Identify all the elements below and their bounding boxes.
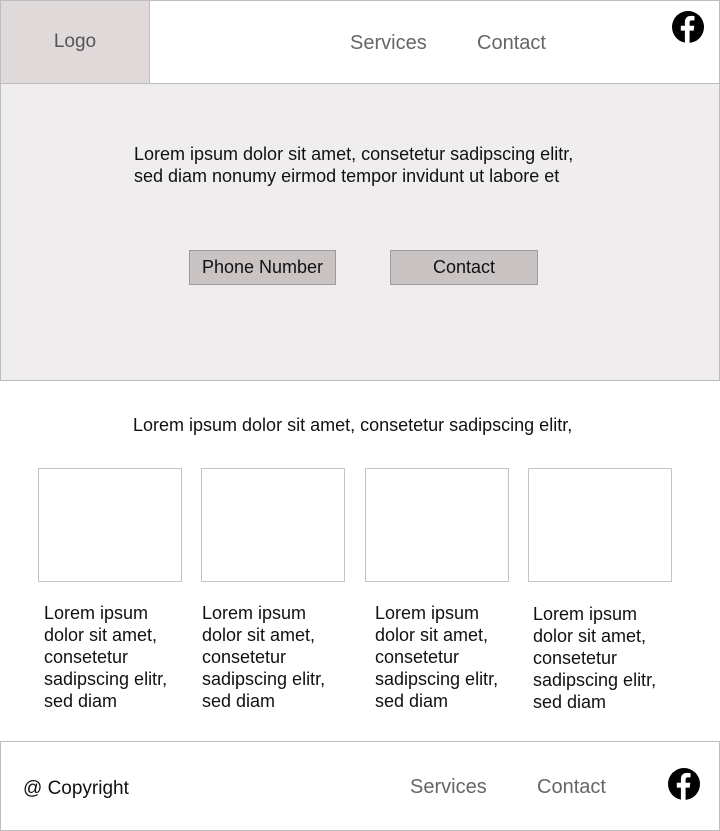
nav-link-services[interactable]: Services [350, 32, 427, 55]
card-text: Lorem ipsum dolor sit amet, consetetur s… [202, 602, 352, 712]
card-text-line: Lorem ipsum [533, 604, 638, 624]
card-text-line: sadipscing elitr, [533, 670, 657, 690]
card-text-line: sadipscing elitr, [44, 669, 168, 689]
card-image [365, 468, 509, 582]
card-text-line: dolor sit amet, [375, 625, 489, 645]
hero-text-line-1: Lorem ipsum dolor sit amet, consetetur s… [134, 144, 574, 164]
logo[interactable]: Logo [1, 1, 150, 83]
contact-button[interactable]: Contact [390, 250, 538, 285]
phone-number-button[interactable]: Phone Number [189, 250, 336, 285]
card-text-line: sadipscing elitr, [375, 669, 499, 689]
logo-label: Logo [53, 31, 97, 52]
card-image [201, 468, 345, 582]
card-text-line: dolor sit amet, [533, 626, 647, 646]
card-text-line: sed diam [375, 691, 449, 711]
card-text-line: consetetur [375, 647, 460, 667]
card-text-line: sadipscing elitr, [202, 669, 326, 689]
card-image [528, 468, 672, 582]
hero-text-line-2: sed diam nonumy eirmod tempor invidunt u… [134, 166, 560, 186]
facebook-icon[interactable] [672, 11, 704, 43]
copyright-text: @ Copyright [23, 778, 129, 799]
hero-section: Lorem ipsum dolor sit amet, consetetur s… [0, 84, 720, 381]
card-text-line: dolor sit amet, [202, 625, 316, 645]
site-header: Logo Services Contact [0, 0, 720, 84]
card-text-line: sed diam [202, 691, 276, 711]
card-image [38, 468, 182, 582]
nav-link-contact[interactable]: Contact [477, 32, 546, 55]
footer-link-services[interactable]: Services [410, 776, 487, 799]
card-text: Lorem ipsum dolor sit amet, consetetur s… [375, 602, 525, 712]
card-text: Lorem ipsum dolor sit amet, consetetur s… [44, 602, 194, 712]
card-text-line: Lorem ipsum [375, 603, 480, 623]
card-text: Lorem ipsum dolor sit amet, consetetur s… [533, 603, 683, 713]
card-text-line: dolor sit amet, [44, 625, 158, 645]
footer-link-contact[interactable]: Contact [537, 776, 606, 799]
card-text-line: Lorem ipsum [44, 603, 149, 623]
site-footer: @ Copyright Services Contact [0, 741, 720, 831]
card-text-line: consetetur [202, 647, 287, 667]
card-text-line: consetetur [44, 647, 129, 667]
section-title: Lorem ipsum dolor sit amet, consetetur s… [133, 415, 573, 435]
card-text-line: Lorem ipsum [202, 603, 307, 623]
card-text-line: sed diam [533, 692, 607, 712]
facebook-icon[interactable] [668, 768, 700, 800]
hero-text: Lorem ipsum dolor sit amet, consetetur s… [134, 143, 614, 187]
card-text-line: consetetur [533, 648, 618, 668]
card-text-line: sed diam [44, 691, 118, 711]
